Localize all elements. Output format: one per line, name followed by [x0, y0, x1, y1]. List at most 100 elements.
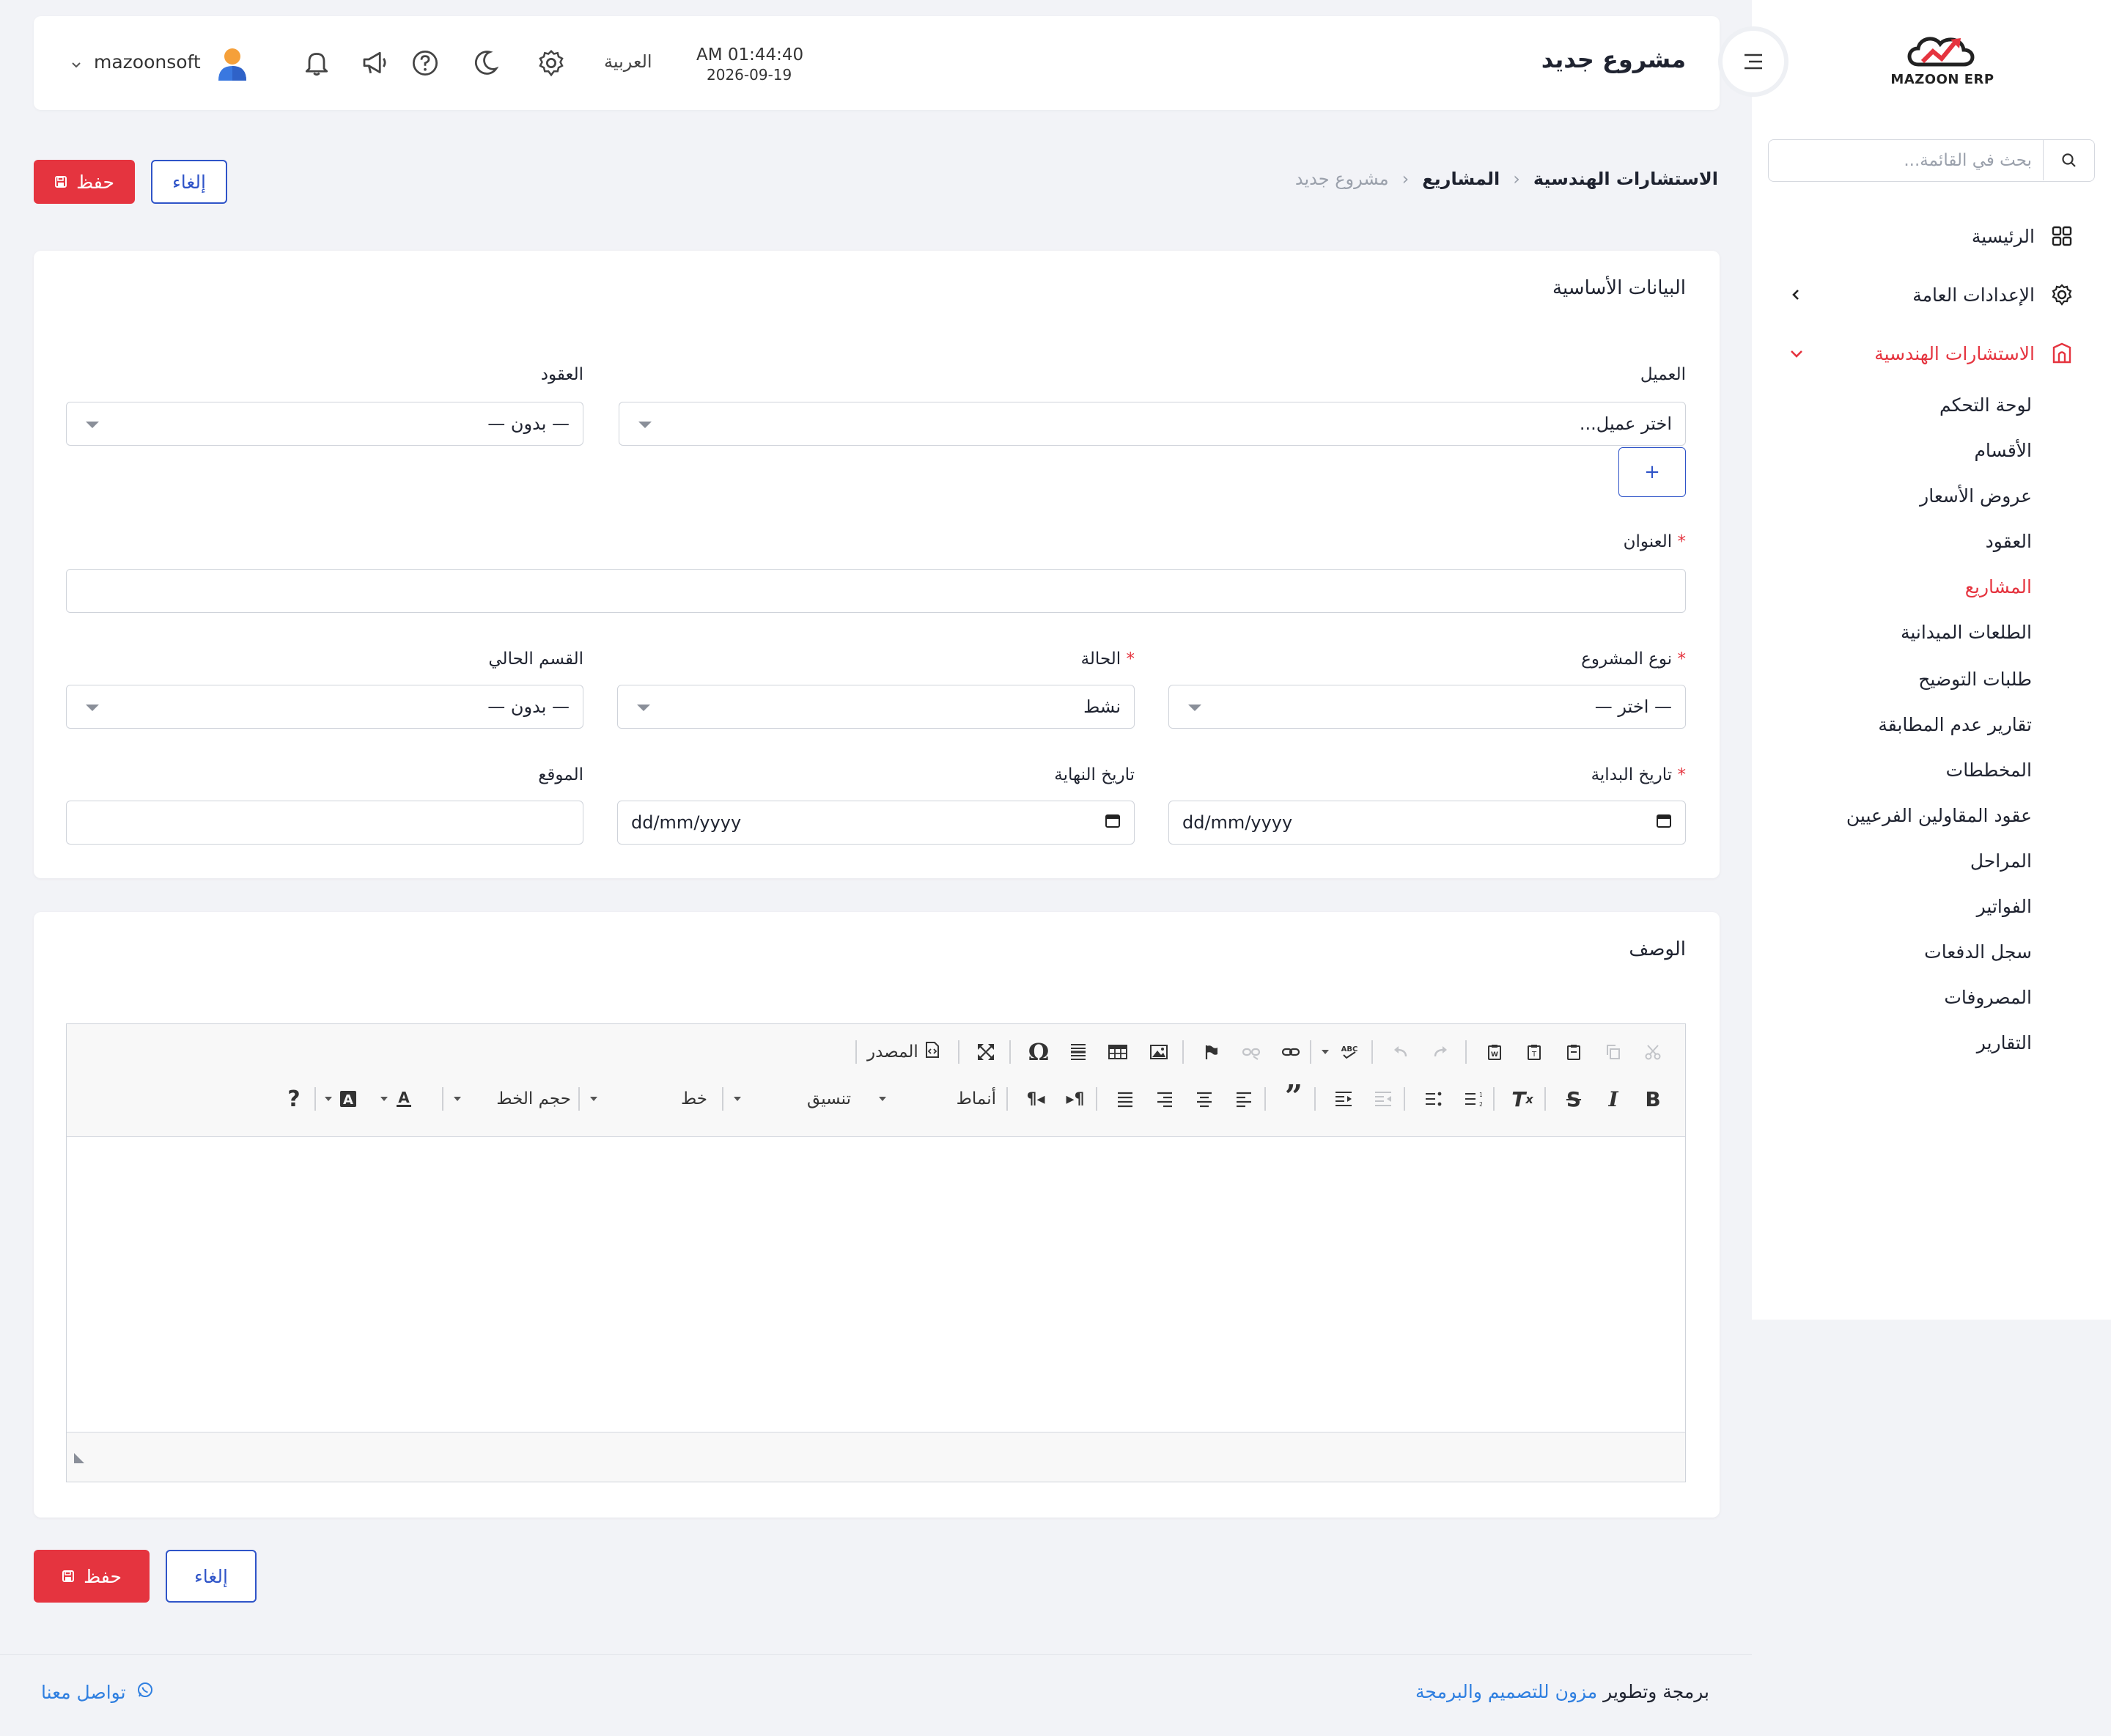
username[interactable]: mazoonsoft [94, 51, 201, 73]
sidebar-item-engineering[interactable]: الاستشارات الهندسية [1874, 337, 2074, 369]
copy-icon[interactable] [1599, 1037, 1628, 1067]
align-left-icon[interactable] [1229, 1084, 1259, 1114]
spellcheck-dropdown[interactable] [1322, 1037, 1329, 1067]
format-dropdown[interactable]: تنسيق [734, 1084, 851, 1114]
text-color-dropdown[interactable] [380, 1084, 388, 1114]
increase-indent-icon[interactable] [1329, 1084, 1358, 1114]
calendar-icon[interactable] [1656, 812, 1672, 833]
status-select[interactable]: نشط [617, 685, 1135, 729]
cancel-button-bottom[interactable]: إلغاء [166, 1550, 257, 1603]
sidebar-subitem-reports[interactable]: التقارير [1977, 1032, 2032, 1053]
sidebar-subitem-invoices[interactable]: الفواتير [1977, 896, 2032, 917]
font-dropdown[interactable]: خط [590, 1084, 707, 1114]
sidebar-subitem-contracts[interactable]: العقود [1986, 531, 2032, 552]
help-question-icon[interactable]: ? [279, 1084, 309, 1114]
sidebar-subitem-sections[interactable]: الأقسام [1974, 440, 2032, 461]
text-direction-ltr-icon[interactable]: ▸¶ [1061, 1084, 1090, 1114]
redo-icon[interactable] [1426, 1037, 1455, 1067]
sidebar-subitem-projects[interactable]: المشاريع [1965, 576, 2032, 597]
brand-logo[interactable]: MAZOON ERP [1884, 29, 2001, 103]
editor-content-area[interactable] [67, 1139, 1685, 1432]
save-button-top[interactable]: حفظ [34, 160, 135, 204]
megaphone-icon[interactable] [361, 48, 390, 81]
search-icon[interactable] [2043, 140, 2094, 180]
resize-handle-icon[interactable] [73, 1452, 86, 1468]
blockquote-icon[interactable]: ” [1279, 1078, 1308, 1114]
unlink-icon[interactable] [1237, 1037, 1266, 1067]
chevron-left-icon[interactable] [1788, 279, 1803, 311]
save-button-bottom[interactable]: حفظ [34, 1550, 150, 1603]
notifications-bell-icon[interactable] [302, 48, 331, 81]
add-client-button[interactable]: + [1618, 447, 1686, 497]
paste-text-icon[interactable]: T [1519, 1037, 1549, 1067]
font-size-dropdown[interactable]: حجم الخط [454, 1084, 571, 1114]
sidebar-item-settings[interactable]: الإعدادات العامة [1912, 279, 2074, 311]
location-input[interactable] [66, 801, 583, 845]
remove-format-icon[interactable]: Tx [1508, 1084, 1537, 1114]
sidebar-search[interactable] [1768, 139, 2095, 182]
help-icon[interactable] [410, 48, 440, 81]
client-select[interactable]: اختر عميل... [619, 402, 1686, 446]
sidebar-subitem-site-visits[interactable]: الطلعات الميدانية [1901, 622, 2032, 643]
sidebar-subitem-dashboard[interactable]: لوحة التحكم [1939, 394, 2032, 416]
maximize-icon[interactable] [971, 1037, 1001, 1067]
end-date-input[interactable]: dd/mm/yyyy [617, 801, 1135, 845]
contact-us-link[interactable]: تواصل معنا [41, 1681, 154, 1703]
sidebar-subitem-subcontracts[interactable]: عقود المقاولين الفرعيين [1846, 805, 2032, 826]
anchor-flag-icon[interactable] [1197, 1037, 1226, 1067]
chevron-down-icon[interactable] [1788, 337, 1805, 369]
menu-toggle-button[interactable] [1723, 31, 1784, 92]
bold-icon[interactable]: B [1638, 1084, 1668, 1114]
sidebar-search-input[interactable] [1769, 140, 2044, 180]
sidebar-subitem-drawings[interactable]: المخططات [1946, 760, 2032, 781]
toolbar-separator [1310, 1040, 1311, 1064]
language-switcher[interactable]: العربية [604, 51, 652, 72]
chevron-down-icon[interactable] [70, 59, 82, 73]
decrease-indent-icon[interactable] [1368, 1084, 1398, 1114]
paste-word-icon[interactable]: W [1480, 1037, 1509, 1067]
horizontal-rule-icon[interactable] [1064, 1037, 1093, 1067]
sidebar-subitem-phases[interactable]: المراحل [1970, 850, 2032, 872]
breadcrumb-engineering[interactable]: الاستشارات الهندسية [1533, 169, 1718, 189]
contracts-select[interactable]: — بدون — [66, 402, 583, 446]
breadcrumb-projects[interactable]: المشاريع [1422, 169, 1500, 189]
cut-icon[interactable] [1638, 1037, 1668, 1067]
strikethrough-icon[interactable]: S [1559, 1084, 1588, 1114]
align-right-icon[interactable] [1150, 1084, 1179, 1114]
title-input[interactable] [66, 569, 1686, 613]
sidebar-subitem-quotations[interactable]: عروض الأسعار [1920, 485, 2032, 507]
dark-mode-moon-icon[interactable] [471, 48, 500, 81]
sidebar-subitem-expenses[interactable]: المصروفات [1944, 987, 2032, 1008]
sidebar-subitem-ncr[interactable]: تقارير عدم المطابقة [1878, 714, 2032, 735]
text-color-icon[interactable]: A [389, 1084, 419, 1114]
sidebar-item-home[interactable]: الرئيسية [1972, 220, 2074, 252]
align-justify-icon[interactable] [1110, 1084, 1140, 1114]
background-color-dropdown[interactable] [325, 1084, 332, 1114]
text-direction-rtl-icon[interactable]: ¶◂ [1021, 1084, 1050, 1114]
image-icon[interactable] [1144, 1037, 1174, 1067]
sidebar-subitem-clarifications[interactable]: طلبات التوضيح [1918, 669, 2032, 690]
sidebar-subitem-payments[interactable]: سجل الدفعات [1924, 941, 2032, 963]
special-char-omega-icon[interactable]: Ω [1024, 1037, 1053, 1067]
styles-dropdown[interactable]: أنماط [879, 1084, 996, 1114]
cancel-button-top[interactable]: إلغاء [151, 160, 227, 204]
align-center-icon[interactable] [1190, 1084, 1219, 1114]
italic-icon[interactable]: I [1599, 1084, 1628, 1114]
background-color-icon[interactable]: A [334, 1084, 363, 1114]
link-icon[interactable] [1276, 1037, 1305, 1067]
calendar-icon[interactable] [1105, 812, 1121, 833]
undo-icon[interactable] [1386, 1037, 1415, 1067]
project-type-select[interactable]: — اختر — [1168, 685, 1686, 729]
credit-link[interactable]: مزون للتصميم والبرمجة [1415, 1681, 1597, 1702]
rich-text-editor[interactable]: T W ABC Ω المصدر B I S T x 1 2 ” ▸¶ ¶◂ أ… [66, 1023, 1686, 1482]
bullet-list-icon[interactable] [1418, 1084, 1448, 1114]
paste-icon[interactable] [1559, 1037, 1588, 1067]
source-button[interactable]: المصدر [867, 1037, 940, 1067]
settings-gear-icon[interactable] [537, 48, 566, 81]
spellcheck-icon[interactable]: ABC [1335, 1037, 1364, 1067]
start-date-input[interactable]: dd/mm/yyyy [1168, 801, 1686, 845]
table-icon[interactable] [1103, 1037, 1132, 1067]
avatar[interactable] [215, 45, 249, 85]
current-section-select[interactable]: — بدون — [66, 685, 583, 729]
numbered-list-icon[interactable]: 12 [1458, 1084, 1487, 1114]
